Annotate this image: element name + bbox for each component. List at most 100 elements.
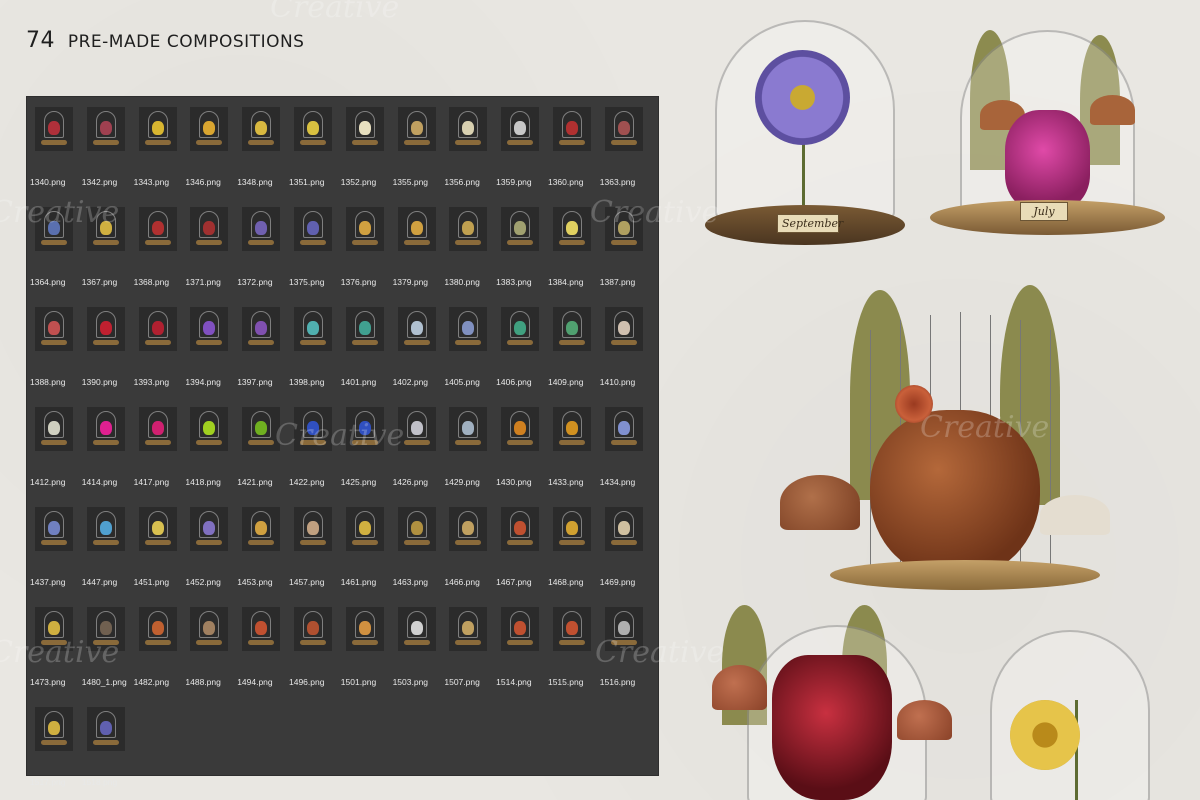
file-thumbnail[interactable]: 1348.png <box>236 105 288 205</box>
file-thumbnail[interactable]: 1397.png <box>236 305 288 405</box>
file-name: 1383.png <box>496 277 532 287</box>
file-thumbnail[interactable]: 1356.png <box>443 105 495 205</box>
thumbnail-image <box>449 607 488 651</box>
file-thumbnail[interactable]: 1501.png <box>340 605 392 705</box>
file-thumbnail[interactable]: 1402.png <box>392 305 444 405</box>
file-name: 1457.png <box>288 577 325 587</box>
file-thumbnail[interactable]: 1469.png <box>599 505 651 605</box>
file-thumbnail[interactable]: 1514.png <box>495 605 547 705</box>
file-thumbnail[interactable]: 1394.png <box>184 305 236 405</box>
file-thumbnail[interactable]: 1376.png <box>340 205 392 305</box>
file-thumbnail[interactable]: 1482.png <box>133 605 185 705</box>
file-thumbnail[interactable]: 1383.png <box>495 205 547 305</box>
file-thumbnail[interactable]: 1363.png <box>599 105 651 205</box>
jar-base <box>248 340 275 345</box>
file-thumbnail[interactable]: 1414.png <box>81 405 133 505</box>
glass-dome <box>354 311 375 338</box>
file-thumbnail[interactable]: 1390.png <box>81 305 133 405</box>
file-thumbnail[interactable]: 1468.png <box>547 505 599 605</box>
file-thumbnail[interactable]: 1494.png <box>236 605 288 705</box>
file-thumbnail[interactable]: 1430.png <box>495 405 547 505</box>
jar-base <box>507 640 534 645</box>
file-thumbnail[interactable]: 1367.png <box>81 205 133 305</box>
file-thumbnail[interactable]: 1412.png <box>29 405 81 505</box>
file-name: 1503.png <box>392 677 429 687</box>
file-thumbnail[interactable]: 1452.png <box>184 505 236 605</box>
file-name: 1346.png <box>185 177 221 187</box>
file-thumbnail[interactable]: 1421.png <box>236 405 288 505</box>
file-thumbnail[interactable]: 1515.png <box>547 605 599 705</box>
file-thumbnail[interactable]: 1516.png <box>599 605 651 705</box>
thumbnail-image <box>293 507 332 551</box>
file-thumbnail[interactable]: 1425.png <box>340 405 392 505</box>
file-thumbnail[interactable]: 1364.png <box>29 205 81 305</box>
glass-dome <box>251 411 272 438</box>
file-thumbnail[interactable]: 1453.png <box>236 505 288 605</box>
file-name: 1397.png <box>237 377 273 387</box>
file-thumbnail[interactable]: 1467.png <box>495 505 547 605</box>
file-thumbnail[interactable]: 1496.png <box>288 605 340 705</box>
file-thumbnail[interactable]: 1433.png <box>547 405 599 505</box>
file-thumbnail[interactable]: 1409.png <box>547 305 599 405</box>
file-thumbnail[interactable]: 1340.png <box>29 105 81 205</box>
file-thumbnail[interactable]: 1355.png <box>392 105 444 205</box>
file-thumbnail[interactable]: 1429.png <box>443 405 495 505</box>
file-thumbnail[interactable]: 1447.png <box>81 505 133 605</box>
file-thumbnail[interactable]: 1372.png <box>236 205 288 305</box>
file-thumbnail[interactable]: 1418.png <box>184 405 236 505</box>
file-thumbnail[interactable]: 1426.png <box>392 405 444 505</box>
file-thumbnail[interactable]: 1461.png <box>340 505 392 605</box>
file-thumbnail[interactable]: 1480_1.png <box>81 605 133 705</box>
thumbnail-image <box>345 607 384 651</box>
file-thumbnail[interactable]: 1466.png <box>443 505 495 605</box>
file-thumbnail[interactable]: 1437.png <box>29 505 81 605</box>
thumbnail-image <box>397 507 436 551</box>
glass-dome <box>199 111 220 138</box>
file-name: 1494.png <box>237 677 273 687</box>
glass-dome <box>354 211 375 238</box>
file-thumbnail[interactable]: 1387.png <box>599 205 651 305</box>
file-thumbnail[interactable]: 1417.png <box>133 405 185 505</box>
file-name: 1417.png <box>133 477 170 487</box>
file-thumbnail[interactable]: 1375.png <box>288 205 340 305</box>
file-thumbnail[interactable]: 1346.png <box>184 105 236 205</box>
file-thumbnail[interactable]: 1507.png <box>443 605 495 705</box>
file-thumbnail[interactable]: 1463.png <box>392 505 444 605</box>
file-thumbnail[interactable]: 1352.png <box>340 105 392 205</box>
file-thumbnail[interactable]: 1422.png <box>288 405 340 505</box>
file-thumbnail[interactable]: 1405.png <box>443 305 495 405</box>
file-thumbnail[interactable]: 1406.png <box>495 305 547 405</box>
glass-dome <box>354 611 375 638</box>
thumbnail-image <box>397 607 436 651</box>
file-thumbnail[interactable]: 1517.png <box>29 705 81 800</box>
thumbnail-image <box>449 407 488 451</box>
file-thumbnail[interactable]: 1457.png <box>288 505 340 605</box>
file-thumbnail[interactable]: 1359.png <box>495 105 547 205</box>
file-thumbnail[interactable]: 1451.png <box>133 505 185 605</box>
file-thumbnail[interactable]: 1371.png <box>184 205 236 305</box>
file-thumbnail[interactable]: 1434.png <box>599 405 651 505</box>
file-thumbnail[interactable]: 1384.png <box>547 205 599 305</box>
file-thumbnail[interactable]: 1368.png <box>133 205 185 305</box>
file-name: 1380.png <box>444 277 480 287</box>
thumbnail-image <box>190 207 229 251</box>
file-thumbnail[interactable]: 1351.png <box>288 105 340 205</box>
file-name: 1517.png <box>30 777 66 787</box>
file-thumbnail[interactable]: 1473.png <box>29 605 81 705</box>
file-thumbnail[interactable]: 1518.png <box>81 705 133 800</box>
file-thumbnail[interactable]: 1503.png <box>392 605 444 705</box>
rose <box>895 385 933 423</box>
file-thumbnail[interactable]: 1343.png <box>133 105 185 205</box>
thumbnail-image <box>86 207 125 251</box>
file-thumbnail[interactable]: 1388.png <box>29 305 81 405</box>
file-thumbnail[interactable]: 1401.png <box>340 305 392 405</box>
jar-base <box>403 440 430 445</box>
file-thumbnail[interactable]: 1360.png <box>547 105 599 205</box>
file-thumbnail[interactable]: 1380.png <box>443 205 495 305</box>
file-thumbnail[interactable]: 1379.png <box>392 205 444 305</box>
file-thumbnail[interactable]: 1398.png <box>288 305 340 405</box>
file-thumbnail[interactable]: 1393.png <box>133 305 185 405</box>
file-thumbnail[interactable]: 1410.png <box>599 305 651 405</box>
file-thumbnail[interactable]: 1488.png <box>184 605 236 705</box>
file-thumbnail[interactable]: 1342.png <box>81 105 133 205</box>
